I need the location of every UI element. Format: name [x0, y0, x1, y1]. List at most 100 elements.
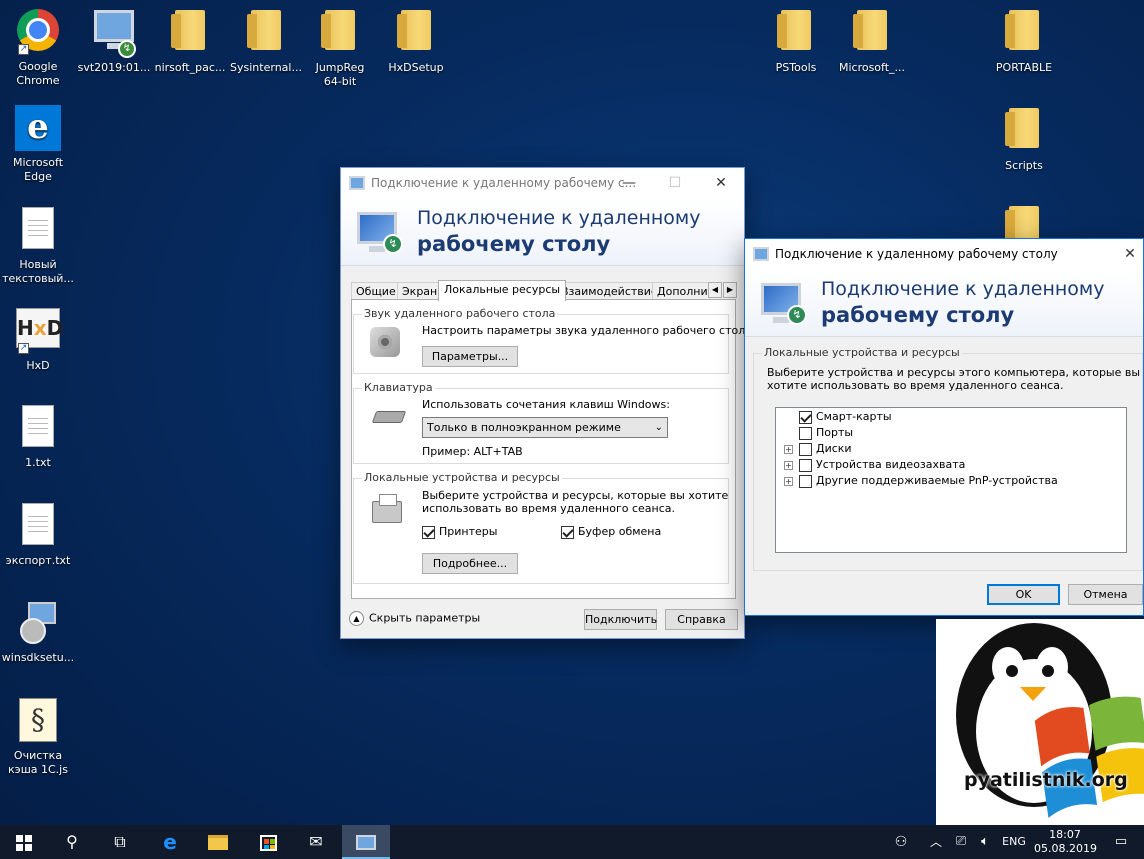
task-view-button[interactable]: ⧉ — [96, 825, 144, 859]
action-center-button[interactable]: ▭ — [1106, 825, 1136, 859]
tree-item-ports[interactable]: Порты — [784, 425, 853, 441]
folder-icon — [321, 10, 355, 50]
dialog-close-button[interactable]: ✕ — [1107, 239, 1144, 269]
tree-item-pnp-devices[interactable]: + Другие поддерживаемые PnP-устройства — [784, 473, 1058, 489]
desktop-icon-label: PORTABLE — [995, 61, 1053, 74]
tab-local-resources[interactable]: Локальные ресурсы — [438, 280, 567, 301]
desktop-icon-winsdk[interactable]: winsdksetu... — [0, 598, 76, 665]
banner-line2: рабочему столу — [821, 302, 1015, 327]
hide-options-link[interactable]: ▲ Скрыть параметры — [349, 611, 480, 626]
taskbar-file-explorer[interactable] — [194, 825, 242, 859]
desktop-icon-chrome[interactable]: ↗ Google Chrome — [0, 6, 76, 88]
maximize-button[interactable]: ☐ — [652, 168, 698, 198]
tab-scroll-right-button[interactable]: ▶ — [723, 282, 737, 298]
show-hidden-icons-button[interactable]: ︿ — [926, 825, 946, 859]
desktop-icon-nirsoft[interactable]: nirsoft_pac... — [152, 6, 228, 75]
desktop-icon-svt2019[interactable]: ↯ svt2019:01... — [76, 6, 152, 75]
network-button[interactable]: ⎚ — [950, 825, 972, 859]
desktop-icon-sysinternals[interactable]: Sysinternal... — [228, 6, 304, 75]
windows-keys-select[interactable]: Только в полноэкранном режиме ⌄ — [422, 417, 668, 438]
dialog-title-bar[interactable]: Подключение к удаленному рабочему столу … — [745, 239, 1143, 269]
desktop-icon-export[interactable]: экспорт.txt — [0, 500, 76, 568]
language-indicator[interactable]: ENG — [998, 825, 1030, 859]
local-devices-group-title: Локальные устройства и ресурсы — [362, 471, 562, 484]
more-button[interactable]: Подробнее... — [422, 553, 518, 574]
desktop-icon-label: nirsoft_pac... — [154, 61, 226, 74]
cancel-button[interactable]: Отмена — [1068, 584, 1143, 605]
tree-item-smartcards[interactable]: Смарт-карты — [784, 409, 892, 425]
script-file-icon: § — [19, 698, 57, 742]
connect-button[interactable]: Подключить — [584, 609, 657, 630]
desktop-icon-label: svt2019:01... — [77, 61, 151, 74]
taskbar-edge[interactable]: e — [146, 825, 194, 859]
tab-display[interactable]: Экран — [397, 282, 443, 300]
keyboard-description: Использовать сочетания клавиш Windows: — [422, 398, 670, 411]
checkbox-unchecked-icon[interactable] — [799, 442, 812, 456]
collapse-up-icon: ▲ — [349, 611, 364, 626]
people-button[interactable]: ⚇ — [888, 825, 914, 859]
search-button[interactable]: ⚲ — [48, 825, 96, 859]
desktop-icon-1txt[interactable]: 1.txt — [0, 402, 76, 470]
desktop-icon-label: Microsoft Edge — [12, 156, 64, 183]
hxd-icon: HxD — [16, 308, 63, 348]
desktop-icon-hxd[interactable]: HxD ↗ HxD — [0, 304, 76, 373]
tree-item-drives[interactable]: + Диски — [784, 441, 852, 457]
desktop-icon-clear-cache[interactable]: § Очистка кэша 1С.js — [0, 696, 76, 777]
remote-desktop-icon — [356, 835, 376, 850]
text-file-icon — [22, 207, 54, 249]
expand-plus-icon[interactable]: + — [784, 460, 793, 470]
desktop-icon-pstools[interactable]: PSTools — [758, 6, 834, 75]
clipboard-checkbox[interactable]: Буфер обмена — [561, 525, 661, 539]
printers-checkbox[interactable]: Принтеры — [422, 525, 497, 539]
minimize-button[interactable]: — — [606, 168, 652, 198]
desktop-icon-label: 1.txt — [25, 456, 51, 469]
volume-button[interactable]: 🔈︎ — [974, 825, 996, 859]
desktop-icon-label: Sysinternal... — [230, 61, 302, 74]
desktop-icon-label: Новый текстовый... — [2, 258, 74, 285]
chevron-up-icon: ︿ — [929, 835, 942, 849]
desktop-icon-new-text[interactable]: Новый текстовый... — [0, 204, 76, 286]
remote-badge-icon: ↯ — [118, 40, 136, 58]
tab-scroll-left-button[interactable]: ◀ — [708, 282, 722, 298]
ok-button[interactable]: OK — [987, 584, 1060, 605]
desktop-icon-scripts[interactable]: Scripts — [986, 104, 1062, 173]
desktop-icon-edge[interactable]: e Microsoft Edge — [0, 104, 76, 184]
close-button[interactable]: ✕ — [698, 168, 744, 198]
desktop-icon-hxdsetup[interactable]: HxDSetup — [378, 6, 454, 75]
clipboard-label: Буфер обмена — [578, 525, 662, 538]
taskbar-remote-desktop[interactable] — [342, 825, 390, 859]
expand-plus-icon[interactable]: + — [784, 476, 793, 486]
taskbar-store[interactable] — [244, 825, 292, 859]
taskbar-mail[interactable]: ✉ — [292, 825, 340, 859]
checkbox-unchecked-icon[interactable] — [799, 458, 812, 472]
keyboard-icon — [371, 411, 407, 423]
chevron-down-icon: ⌄ — [654, 422, 663, 433]
sound-group: Звук удаленного рабочего стола Настроить… — [353, 307, 755, 374]
desktop-icon-jumpreg[interactable]: JumpReg 64-bit — [302, 6, 378, 89]
devices-group-title: Локальные устройства и ресурсы — [762, 346, 962, 359]
remote-desktop-icon: ↯ — [759, 279, 807, 327]
tab-general[interactable]: Общие — [351, 282, 401, 300]
expand-plus-icon[interactable]: + — [784, 444, 793, 454]
desktop-icon-label: экспорт.txt — [5, 554, 71, 567]
desktop-icon-label: Scripts — [1005, 159, 1043, 172]
checkbox-checked-icon[interactable] — [799, 410, 812, 424]
desktop-icon-portable[interactable]: PORTABLE — [986, 6, 1062, 75]
start-button[interactable] — [0, 825, 48, 859]
title-bar[interactable]: Подключение к удаленному рабочему с... —… — [341, 168, 744, 198]
tab-experience[interactable]: Взаимодействие — [556, 282, 663, 300]
clock-time: 18:07 — [1049, 828, 1081, 841]
tree-item-video-capture[interactable]: + Устройства видеозахвата — [784, 457, 965, 473]
desktop-icon-microsoft-folder[interactable]: Microsoft_... — [834, 6, 910, 75]
local-devices-desc-line1: Выберите устройства и ресурсы, которые в… — [422, 489, 729, 502]
help-button[interactable]: Справка — [665, 609, 738, 630]
dialog-title: Подключение к удаленному рабочему столу — [775, 247, 1058, 261]
sound-settings-button[interactable]: Параметры... — [422, 346, 518, 367]
checkbox-unchecked-icon[interactable] — [799, 474, 812, 488]
shortcut-arrow-icon: ↗ — [18, 343, 29, 354]
clock[interactable]: 18:07 05.08.2019 — [1034, 825, 1097, 859]
checkbox-unchecked-icon[interactable] — [799, 426, 812, 440]
tab-panel-local-resources: Звук удаленного рабочего стола Настроить… — [351, 299, 755, 599]
hide-options-label: Скрыть параметры — [369, 611, 481, 625]
tab-advanced[interactable]: Дополни — [652, 282, 710, 300]
